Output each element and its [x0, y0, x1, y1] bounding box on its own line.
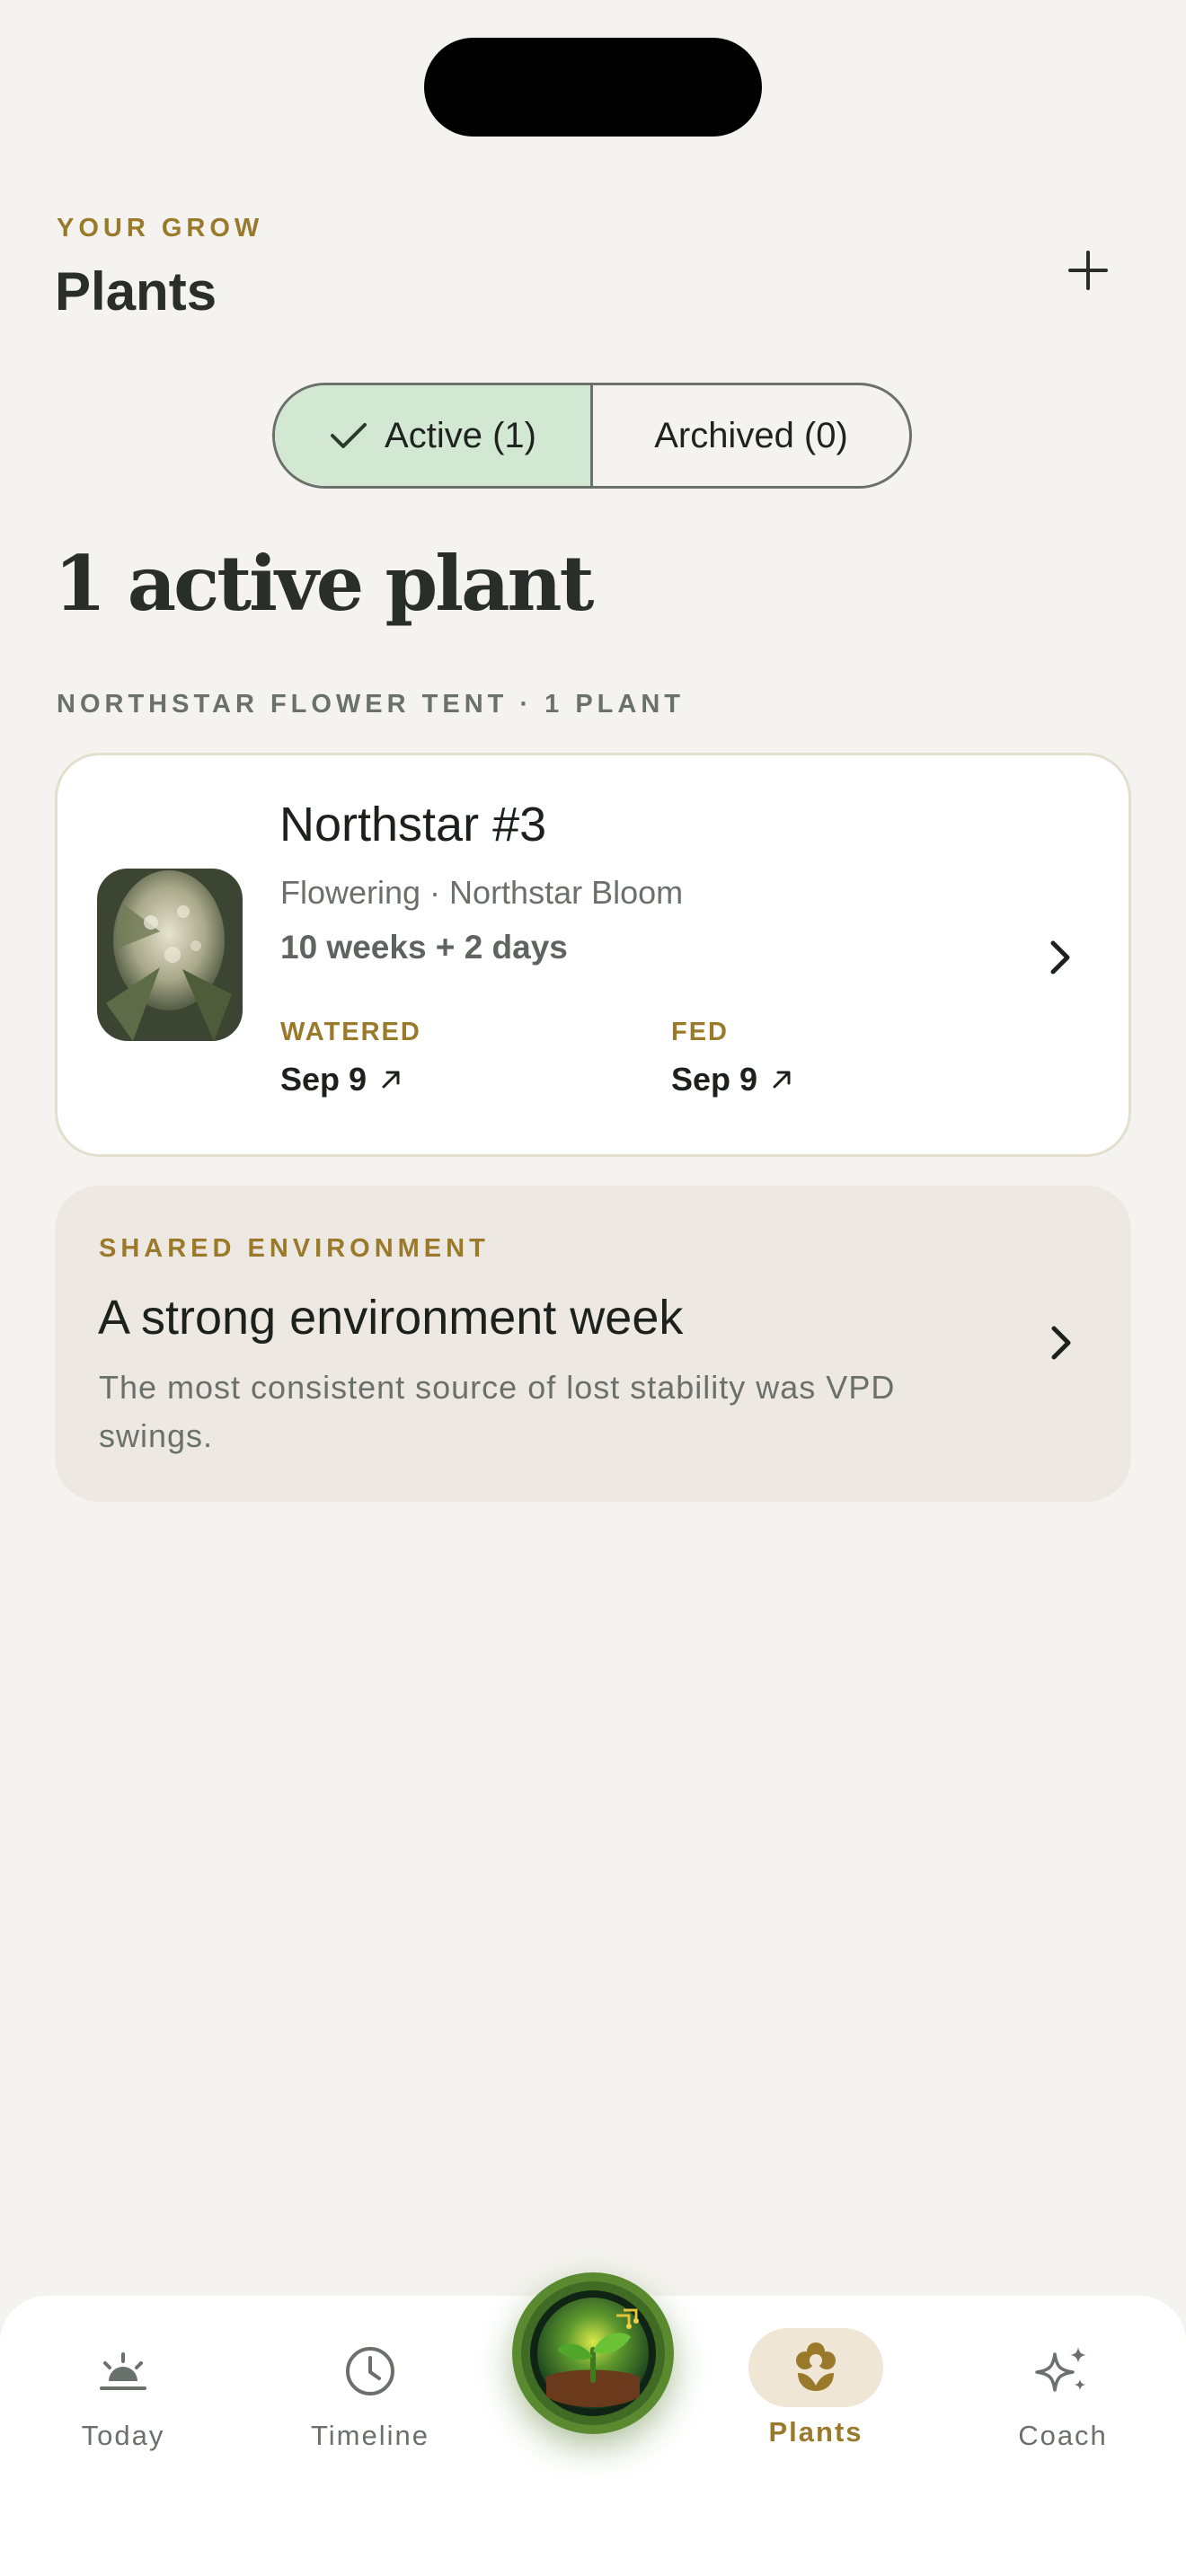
arrow-up-right-icon: [773, 1071, 791, 1089]
tab-timeline[interactable]: Timeline: [271, 2296, 469, 2493]
shared-environment-card[interactable]: SHARED ENVIRONMENT A strong environment …: [55, 1186, 1131, 1502]
tab-coach[interactable]: Coach: [964, 2296, 1162, 2493]
page-title: Plants: [55, 261, 217, 322]
env-title: A strong environment week: [98, 1291, 684, 1345]
plant-status-filter: Active (1) Archived (0): [272, 383, 912, 489]
active-filter-button[interactable]: Active (1): [275, 385, 593, 486]
plant-age: 10 weeks + 2 days: [280, 929, 568, 966]
fed-date: Sep 9: [671, 1061, 758, 1098]
fed-label: FED: [671, 1018, 729, 1046]
plant-card[interactable]: Northstar #3 Flowering · Northstar Bloom…: [55, 753, 1131, 1157]
seedling-logo-icon: [521, 2281, 665, 2425]
tent-group-label: NORTHSTAR FLOWER TENT · 1 PLANT: [57, 690, 685, 719]
plant-photo: [97, 869, 243, 1041]
plant-stage: Flowering · Northstar Bloom: [280, 874, 684, 911]
watered-date: Sep 9: [280, 1061, 367, 1098]
quick-add-button[interactable]: [512, 2272, 674, 2434]
chevron-right-icon: [1042, 935, 1078, 980]
plant-name: Northstar #3: [279, 798, 547, 851]
tab-label: Timeline: [311, 2420, 429, 2451]
tab-label: Plants: [768, 2416, 863, 2448]
tab-label: Coach: [1018, 2420, 1108, 2451]
flower-icon: [748, 2328, 883, 2407]
fed-value[interactable]: Sep 9: [671, 1061, 793, 1098]
env-eyebrow: SHARED ENVIRONMENT: [99, 1234, 490, 1263]
sunrise-icon: [96, 2335, 150, 2407]
sparkles-icon: [1033, 2335, 1093, 2407]
tab-today[interactable]: Today: [24, 2296, 222, 2493]
archived-filter-label: Archived (0): [654, 415, 848, 455]
section-eyebrow: YOUR GROW: [57, 214, 264, 243]
watered-label: WATERED: [280, 1018, 421, 1046]
active-filter-label: Active (1): [385, 415, 536, 455]
archived-filter-button[interactable]: Archived (0): [593, 385, 909, 486]
dynamic-island: [424, 38, 762, 137]
watered-value[interactable]: Sep 9: [280, 1061, 403, 1098]
clock-icon: [343, 2335, 397, 2407]
tab-label: Today: [81, 2420, 165, 2451]
plant-count-headline: 1 active plant: [54, 539, 594, 628]
checkmark-icon: [331, 423, 367, 448]
chevron-right-icon: [1043, 1320, 1079, 1365]
tab-plants[interactable]: Plants: [717, 2296, 915, 2493]
plus-icon: [1068, 251, 1108, 290]
arrow-up-right-icon: [382, 1071, 400, 1089]
env-description: The most consistent source of lost stabi…: [99, 1369, 896, 1454]
add-plant-button[interactable]: [1058, 241, 1118, 300]
